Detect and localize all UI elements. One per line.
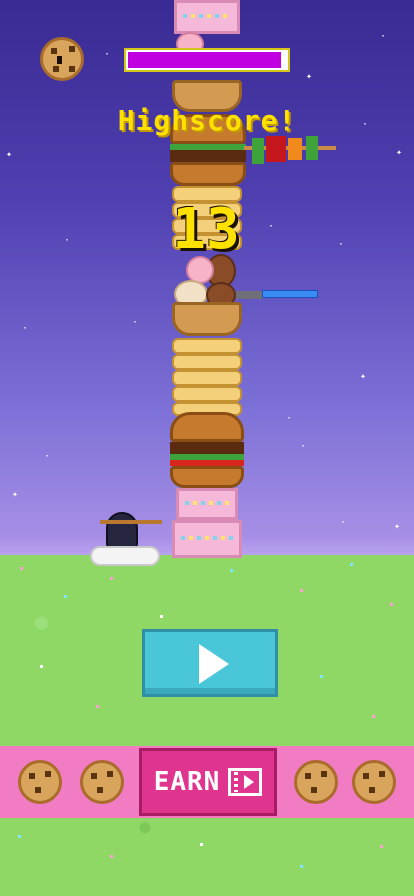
cookie-icon (18, 760, 62, 804)
earn-button[interactable]: EARN (139, 748, 277, 816)
burger-patty (170, 150, 246, 162)
player-helmet (106, 512, 138, 548)
burger-bun-bottom (170, 162, 246, 186)
burger-bun-top (170, 412, 244, 442)
pancake (172, 338, 242, 354)
star-icon: ✦ (12, 489, 19, 500)
flower (200, 843, 203, 846)
highscore-banner: Highscore! (117, 104, 297, 137)
burger-patty (170, 442, 244, 454)
star-icon: · (104, 49, 111, 60)
flower (300, 589, 303, 592)
star-icon: · (132, 317, 139, 328)
flower (18, 835, 21, 838)
flower (110, 855, 113, 858)
cookie-face-icon (40, 37, 84, 81)
veggie-pepper (252, 138, 264, 164)
player-character (86, 512, 162, 570)
flower (230, 569, 233, 572)
star-icon: · (340, 517, 347, 528)
cookie-icon (294, 760, 338, 804)
flower (390, 603, 393, 606)
flower (380, 845, 383, 848)
pancake (172, 386, 242, 402)
star-icon: ✦ (306, 71, 313, 82)
cookie-icon (80, 760, 124, 804)
flower (160, 615, 163, 618)
play-icon (199, 644, 229, 684)
flower (110, 577, 113, 580)
pancake (172, 354, 242, 370)
level-progress-bar (124, 48, 290, 72)
star-icon: · (64, 235, 71, 246)
cake-slice (172, 520, 242, 558)
cake-slice (176, 488, 238, 520)
pancake (172, 370, 242, 386)
score-counter: 13 (172, 197, 240, 262)
play-button[interactable] (142, 629, 278, 697)
flower (320, 675, 323, 678)
lightsaber-handle (236, 291, 264, 299)
star-icon: · (268, 221, 275, 232)
veggie-carrot (288, 138, 302, 160)
flower (350, 563, 353, 566)
star-icon: ✦ (396, 147, 403, 158)
flower (20, 567, 23, 570)
video-ad-icon (228, 768, 263, 796)
star-icon: · (380, 31, 387, 42)
veggie-pepper (306, 136, 318, 160)
grass-field (0, 555, 414, 896)
flower (40, 665, 43, 668)
progress-fill (128, 52, 282, 68)
star-icon: · (300, 441, 307, 452)
flower (300, 865, 303, 868)
player-body (90, 546, 160, 566)
lightsaber-blade (262, 290, 318, 298)
veggie-tomato (266, 136, 286, 162)
flower (372, 715, 375, 718)
star-icon: ✦ (6, 149, 13, 160)
flower (64, 595, 67, 598)
burger-bun-bottom (170, 466, 244, 488)
star-icon: ✦ (360, 371, 367, 382)
star-icon: · (338, 239, 345, 250)
flower (96, 705, 99, 708)
star-icon: ✦ (394, 521, 401, 532)
waffle-basket (172, 302, 242, 336)
star-icon: · (286, 413, 293, 424)
player-fork (100, 520, 162, 524)
cake-slice (174, 0, 240, 34)
star-icon: · (44, 451, 51, 462)
star-icon: · (22, 323, 29, 334)
cookie-icon (352, 760, 396, 804)
earn-label: EARN (153, 767, 221, 797)
